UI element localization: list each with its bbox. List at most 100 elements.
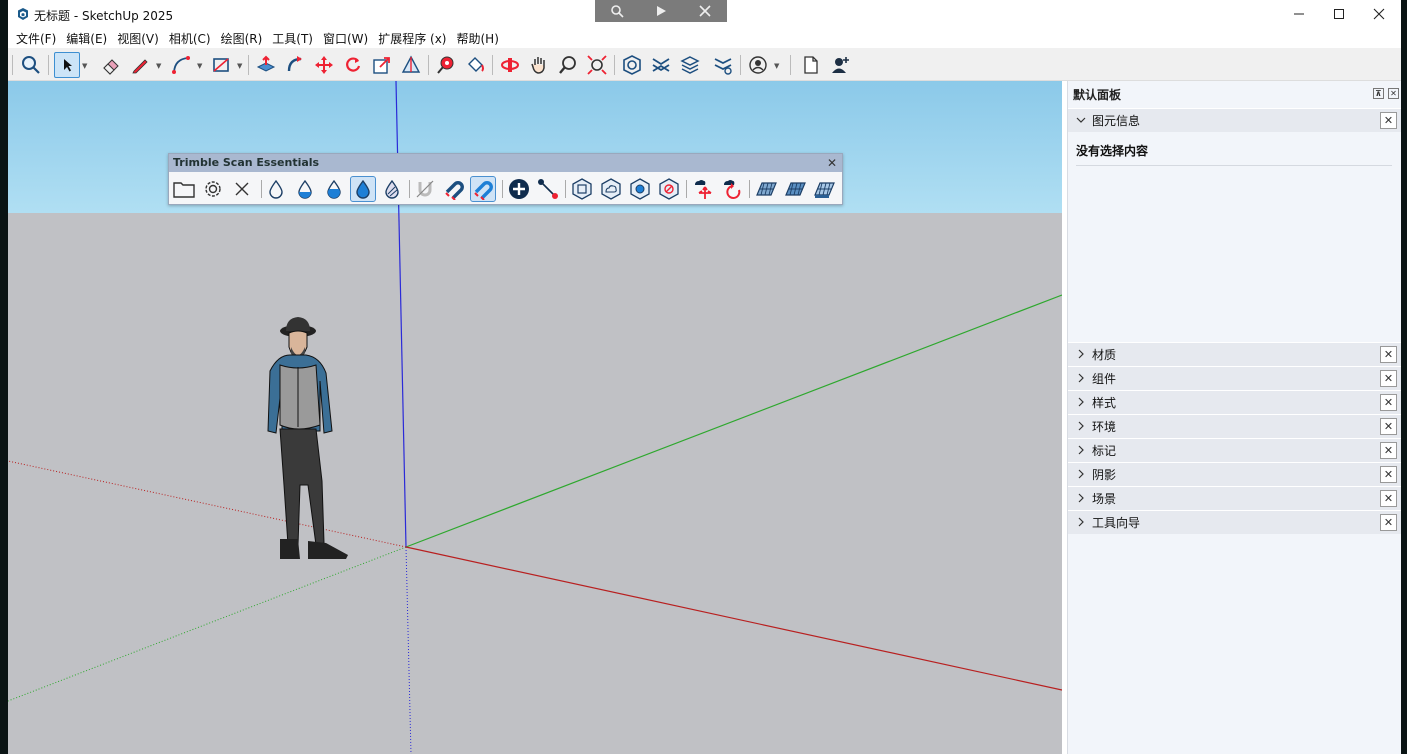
- scan-toolbar-titlebar[interactable]: Trimble Scan Essentials ✕: [169, 154, 842, 172]
- zoom-tool-button[interactable]: [555, 52, 581, 78]
- mesh-view-2-button[interactable]: [782, 176, 808, 202]
- rectangle-tool-button[interactable]: [208, 52, 234, 78]
- menu-draw[interactable]: 绘图(R): [221, 30, 269, 47]
- close-icon[interactable]: [698, 4, 712, 18]
- orbit-tool-button[interactable]: [497, 52, 523, 78]
- zoom-extents-tool-button[interactable]: [584, 52, 610, 78]
- zoom-extents-icon: [587, 55, 607, 75]
- play-icon[interactable]: [654, 4, 668, 18]
- section-scenes[interactable]: 场景 ✕: [1068, 486, 1401, 510]
- 3d-warehouse-button[interactable]: [619, 52, 645, 78]
- point-size-4-button[interactable]: [350, 176, 376, 202]
- menu-edit[interactable]: 编辑(E): [66, 30, 113, 47]
- maximize-icon: [1334, 9, 1344, 19]
- section-close-button[interactable]: ✕: [1380, 466, 1397, 483]
- section-close-button[interactable]: ✕: [1380, 394, 1397, 411]
- snap-off-button[interactable]: [412, 176, 438, 202]
- search-icon[interactable]: [610, 4, 624, 18]
- section-environment[interactable]: 环境 ✕: [1068, 414, 1401, 438]
- extract-cloud-button[interactable]: [598, 176, 624, 202]
- offset-tool-button[interactable]: [398, 52, 424, 78]
- extract-region-button[interactable]: [627, 176, 653, 202]
- arc-tool-button[interactable]: [168, 52, 194, 78]
- minimize-button[interactable]: [1279, 0, 1319, 28]
- chevron-down-icon[interactable]: ▼: [197, 62, 202, 70]
- section-close-button[interactable]: ✕: [1380, 490, 1397, 507]
- maximize-button[interactable]: [1319, 0, 1359, 28]
- rotate-scan-button[interactable]: [719, 176, 745, 202]
- point-density-button[interactable]: [379, 176, 405, 202]
- section-materials[interactable]: 材质 ✕: [1068, 342, 1401, 366]
- scale-tool-button[interactable]: [369, 52, 395, 78]
- menu-window[interactable]: 窗口(W): [323, 30, 374, 47]
- menu-help[interactable]: 帮助(H): [456, 30, 504, 47]
- chevron-right-icon: [1078, 397, 1084, 407]
- close-button[interactable]: [1359, 0, 1399, 28]
- tray-close-button[interactable]: ✕: [1388, 88, 1399, 99]
- follow-me-tool-button[interactable]: [282, 52, 308, 78]
- close-scan-button[interactable]: [229, 176, 255, 202]
- section-close-button[interactable]: ✕: [1380, 514, 1397, 531]
- new-file-button[interactable]: [798, 52, 824, 78]
- entity-info-header[interactable]: 图元信息 ✕: [1068, 108, 1401, 132]
- paint-bucket-tool-button[interactable]: [462, 52, 488, 78]
- point-to-point-button[interactable]: [535, 176, 561, 202]
- section-styles[interactable]: 样式 ✕: [1068, 390, 1401, 414]
- chevron-down-icon[interactable]: ▼: [156, 62, 161, 70]
- point-size-3-button[interactable]: [321, 176, 347, 202]
- section-close-button[interactable]: ✕: [1380, 370, 1397, 387]
- add-point-button[interactable]: [506, 176, 532, 202]
- follow-me-icon: [287, 56, 302, 72]
- section-label: 样式: [1092, 396, 1117, 410]
- point-size-2-button[interactable]: [292, 176, 318, 202]
- section-tags[interactable]: 标记 ✕: [1068, 438, 1401, 462]
- select-tool-button[interactable]: [54, 52, 80, 78]
- add-user-button[interactable]: [828, 52, 854, 78]
- menu-tools[interactable]: 工具(T): [272, 30, 319, 47]
- section-label: 材质: [1092, 348, 1117, 362]
- move-tool-button[interactable]: [311, 52, 337, 78]
- section-components[interactable]: 组件 ✕: [1068, 366, 1401, 390]
- section-shadows[interactable]: 阴影 ✕: [1068, 462, 1401, 486]
- extension-warehouse-button[interactable]: [648, 52, 674, 78]
- section-close-button[interactable]: ✕: [1380, 418, 1397, 435]
- title-bar: 无标题 - SketchUp 2025: [8, 0, 1401, 28]
- menu-extensions[interactable]: 扩展程序 (x): [378, 30, 452, 47]
- layers-button[interactable]: [677, 52, 703, 78]
- tape-measure-tool-button[interactable]: [433, 52, 459, 78]
- mesh-view-3-button[interactable]: [811, 176, 837, 202]
- pencil-tool-button[interactable]: [127, 52, 153, 78]
- mesh-view-1-button[interactable]: [753, 176, 779, 202]
- point-size-1-button[interactable]: [263, 176, 289, 202]
- chevron-down-icon[interactable]: ▼: [82, 62, 87, 70]
- account-button[interactable]: [745, 52, 771, 78]
- extract-surface-button[interactable]: [569, 176, 595, 202]
- scale-figure[interactable]: [267, 317, 348, 559]
- eraser-tool-button[interactable]: [98, 52, 124, 78]
- rotate-tool-button[interactable]: [340, 52, 366, 78]
- menu-file[interactable]: 文件(F): [16, 30, 62, 47]
- model-viewport[interactable]: Trimble Scan Essentials ✕: [8, 81, 1062, 754]
- section-close-button[interactable]: ✕: [1380, 346, 1397, 363]
- pin-icon[interactable]: ⊼: [1373, 88, 1384, 99]
- paint-bucket-icon: [468, 57, 484, 72]
- scan-toolbar-close-button[interactable]: ✕: [827, 154, 837, 172]
- move-scan-button[interactable]: [690, 176, 716, 202]
- menu-camera[interactable]: 相机(C): [169, 30, 217, 47]
- clear-selection-button[interactable]: [656, 176, 682, 202]
- entity-info-close-button[interactable]: ✕: [1380, 112, 1397, 129]
- scan-settings-button[interactable]: [200, 176, 226, 202]
- open-scan-button[interactable]: [171, 176, 197, 202]
- chevron-down-icon[interactable]: ▼: [237, 62, 242, 70]
- chevron-down-icon[interactable]: ▼: [774, 62, 779, 70]
- section-close-button[interactable]: ✕: [1380, 442, 1397, 459]
- snap-to-points-button[interactable]: [441, 176, 467, 202]
- hexagon-prohibited-icon: [659, 178, 679, 200]
- menu-view[interactable]: 视图(V): [117, 30, 165, 47]
- style-builder-button[interactable]: [710, 52, 736, 78]
- snap-to-planes-button[interactable]: [470, 176, 496, 202]
- section-instructor[interactable]: 工具向导 ✕: [1068, 510, 1401, 534]
- search-tool-button[interactable]: [18, 52, 44, 78]
- push-pull-tool-button[interactable]: [253, 52, 279, 78]
- pan-tool-button[interactable]: [526, 52, 552, 78]
